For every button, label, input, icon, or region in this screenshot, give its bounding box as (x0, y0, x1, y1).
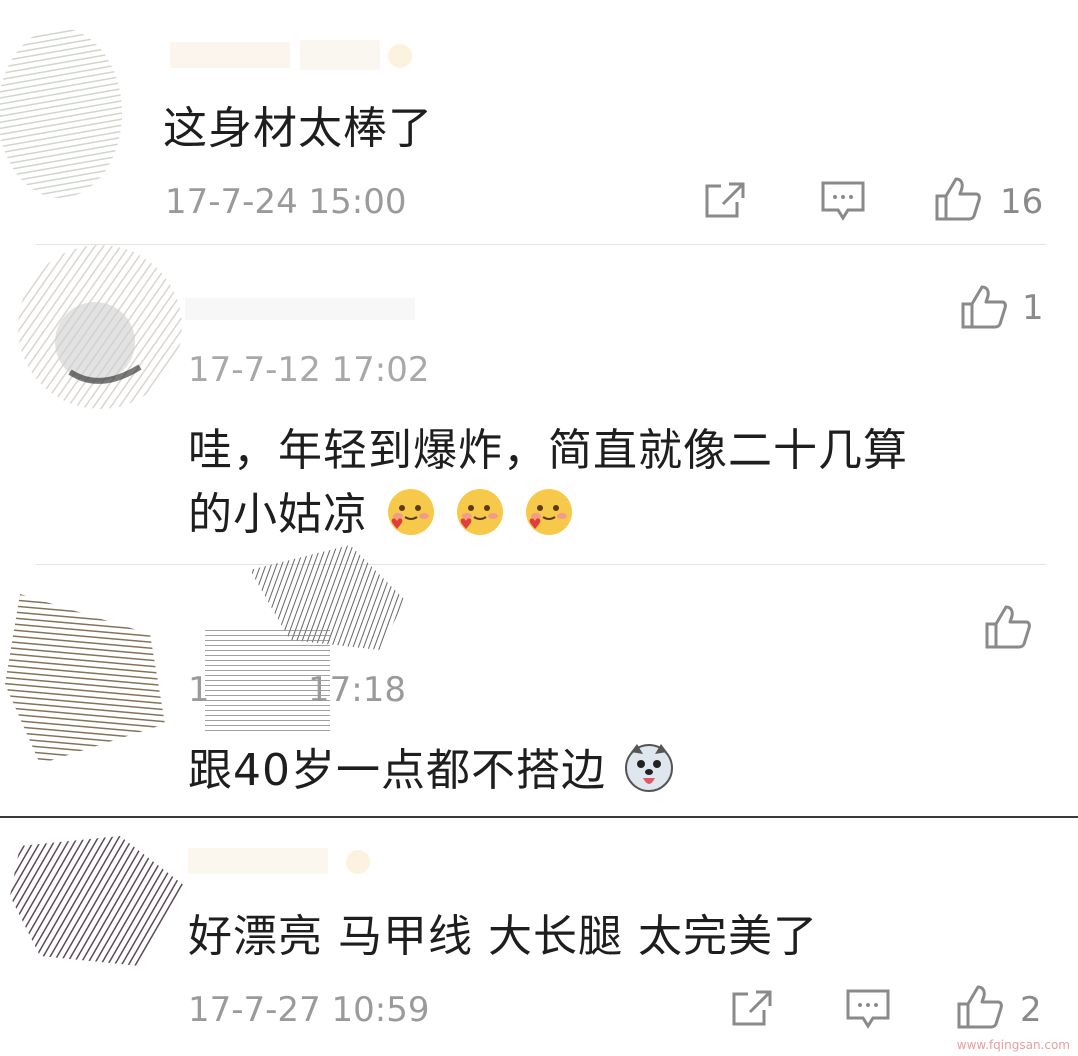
avatar-scribble (18, 245, 182, 409)
avatar-scribble (10, 836, 185, 966)
comment-text-part: 的小姑凉 (188, 489, 368, 540)
avatar-scribble (5, 594, 165, 764)
comment-time: 17:18 (308, 670, 406, 710)
avatar[interactable] (0, 826, 190, 976)
share-icon[interactable] (730, 988, 774, 1032)
like-count: 2 (1020, 990, 1042, 1030)
comment-text: 好漂亮 马甲线 大长腿 太完美了 (188, 911, 818, 962)
divider (0, 816, 1078, 818)
like-count: 1 (1022, 288, 1044, 328)
username-blurred[interactable] (170, 36, 440, 84)
avatar-scribble (0, 28, 122, 198)
comment-time: 17-7-12 17:02 (188, 350, 430, 390)
husky-dog-emoji (623, 742, 675, 805)
username-blurred[interactable] (185, 292, 425, 336)
share-icon[interactable] (703, 180, 747, 224)
blush-heart-emoji (454, 486, 506, 549)
comment-icon[interactable] (820, 180, 866, 226)
comment-text: 哇，年轻到爆炸，简直就像二十几算 (188, 425, 908, 476)
thumbs-up-icon[interactable] (960, 284, 1008, 334)
thumbs-up-icon[interactable] (984, 604, 1032, 654)
comment-icon[interactable] (845, 988, 891, 1034)
avatar[interactable] (0, 574, 170, 774)
thumbs-up-icon[interactable] (956, 984, 1004, 1034)
comment-text: 跟40岁一点都不搭边 (188, 745, 606, 796)
comment-time: 17-7-27 10:59 (188, 990, 430, 1030)
comment-text-line2: 的小姑凉 (188, 478, 575, 549)
username-blurred[interactable] (188, 842, 388, 890)
username-scribble[interactable] (200, 540, 410, 744)
watermark: www.fqingsan.com (956, 1038, 1070, 1052)
comment-text-line: 跟40岁一点都不搭边 (188, 734, 675, 805)
divider (36, 244, 1046, 245)
avatar[interactable] (10, 232, 185, 417)
blush-heart-emoji (523, 486, 575, 549)
comment-time: 17-7-24 15:00 (165, 182, 407, 222)
like-count: 16 (1000, 182, 1044, 222)
thumbs-up-icon[interactable] (934, 176, 982, 226)
comment-time-prefix: 1 (188, 670, 210, 710)
avatar[interactable] (0, 18, 130, 208)
divider (36, 564, 1046, 565)
comment-text: 这身材太棒了 (163, 103, 433, 154)
